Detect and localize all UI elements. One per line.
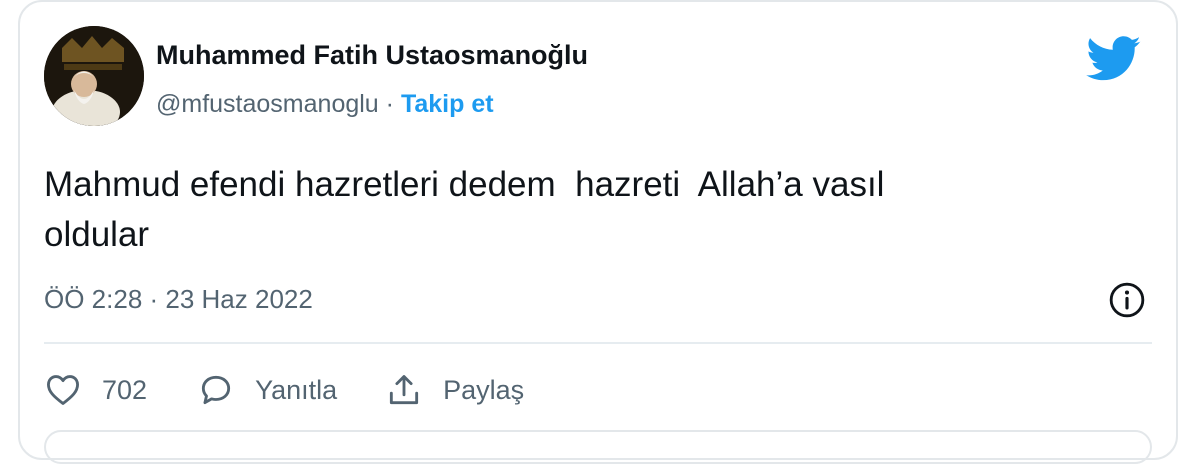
reply-button[interactable]: Yanıtla	[197, 371, 337, 409]
like-count: 702	[102, 374, 148, 405]
speech-bubble-icon	[201, 375, 231, 405]
divider	[44, 342, 1152, 344]
tweet-timestamp[interactable]: ÖÖ 2:28 · 23 Haz 2022	[44, 284, 313, 315]
like-button[interactable]: 702	[44, 371, 147, 409]
tweet-text: Mahmud efendi hazretleri dedem hazreti A…	[44, 160, 1144, 260]
reply-label: Yanıtla	[255, 374, 338, 405]
share-button[interactable]: Paylaş	[385, 371, 524, 409]
action-bar: 702 Yanıtla Paylaş	[44, 364, 524, 416]
separator-dot: ·	[385, 90, 394, 118]
avatar-image	[44, 26, 144, 126]
avatar[interactable]	[44, 26, 144, 126]
share-label: Paylaş	[443, 374, 525, 405]
read-replies-bar[interactable]	[44, 430, 1152, 464]
author-handle[interactable]: @mfustaosmanoglu	[156, 90, 379, 118]
author-handle-line: @mfustaosmanoglu · Takip et	[156, 90, 494, 119]
share-icon	[390, 375, 419, 405]
info-icon[interactable]	[1108, 281, 1146, 319]
tweet-card: Muhammed Fatih Ustaosmanoğlu @mfustaosma…	[18, 0, 1178, 464]
tweet-text-line-1: Mahmud efendi hazretleri dedem hazreti A…	[44, 165, 885, 204]
follow-button[interactable]: Takip et	[401, 90, 494, 118]
twitter-bird-icon[interactable]	[1086, 36, 1142, 82]
tweet-text-line-2: oldular	[44, 215, 150, 254]
heart-icon	[47, 375, 79, 405]
author-name[interactable]: Muhammed Fatih Ustaosmanoğlu	[156, 40, 588, 71]
